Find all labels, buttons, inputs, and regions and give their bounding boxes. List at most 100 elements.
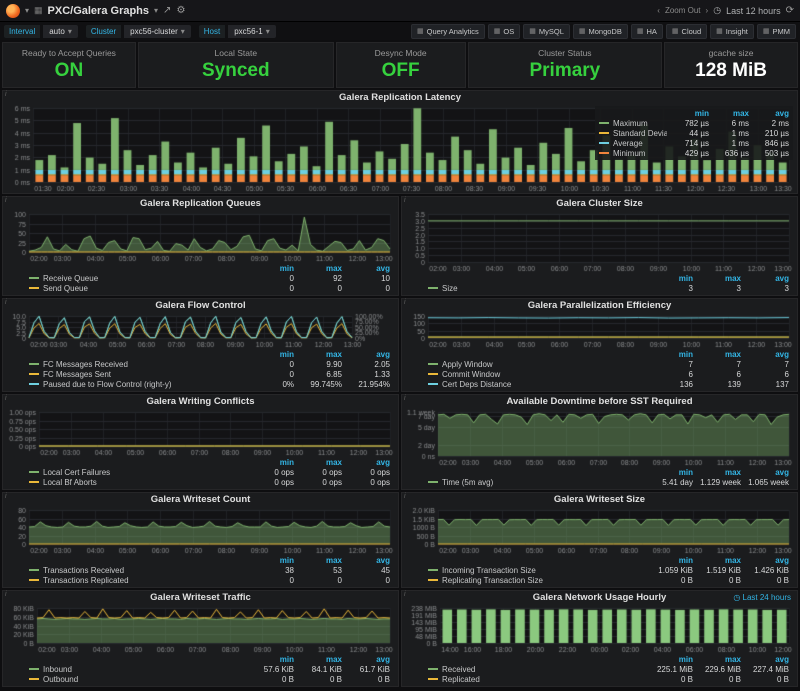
panel-title[interactable]: Galera Parallelization Efficiency <box>402 299 797 312</box>
refresh-icon[interactable]: ⟳ <box>786 5 794 16</box>
legend-series-label[interactable]: Send Queue <box>29 284 246 293</box>
nav-link-pmm[interactable]: ▦PMM <box>757 24 796 39</box>
panel-info-icon[interactable]: i <box>5 493 7 500</box>
legend-series-label[interactable]: Average <box>599 139 667 148</box>
legend-value: 6 <box>645 370 693 379</box>
legend-series-label[interactable]: Transactions Replicated <box>29 576 246 585</box>
panel-title[interactable]: Galera Writeset Count <box>3 493 398 506</box>
panel-timerange-override[interactable]: ◷ Last 24 hours <box>733 593 791 602</box>
nav-link-ha[interactable]: ▦HA <box>631 24 663 39</box>
chart-canvas[interactable] <box>3 408 398 457</box>
zoom-out-button[interactable]: Zoom Out <box>665 6 701 15</box>
chevron-down-icon: ▾ <box>181 27 185 36</box>
nav-link-mysql[interactable]: ▦MySQL <box>523 24 570 39</box>
legend-value: 1 ms <box>709 139 749 148</box>
legend-value: 0 ops <box>246 468 294 477</box>
stat-value: Primary <box>529 60 600 82</box>
var-host-value[interactable]: pxc56-1▾ <box>228 25 275 38</box>
legend-series-label[interactable]: Paused due to Flow Control (right-y) <box>29 380 246 389</box>
chart-canvas[interactable] <box>3 506 398 555</box>
legend-series-label[interactable]: Outbound <box>29 675 246 684</box>
chart-canvas[interactable] <box>402 604 797 654</box>
panel-title[interactable]: Galera Replication Latency <box>3 91 797 104</box>
zoom-out-left-icon[interactable]: ‹ <box>657 6 660 15</box>
nav-link-os[interactable]: ▦OS <box>488 24 520 39</box>
legend-value: 1.426 KiB <box>741 566 789 575</box>
legend-value: 7 <box>645 360 693 369</box>
panel-info-icon[interactable]: i <box>404 591 406 598</box>
legend-series-label[interactable]: Local Bf Aborts <box>29 478 246 487</box>
nav-link-query-analytics[interactable]: ▦Query Analytics <box>411 24 485 39</box>
legend-value: 1.519 KiB <box>693 566 741 575</box>
legend-series-label[interactable]: Replicating Transaction Size <box>428 576 645 585</box>
logo-caret-icon[interactable]: ▾ <box>25 6 29 15</box>
share-icon[interactable]: ↗ <box>163 5 171 16</box>
legend-series-label[interactable]: Commit Window <box>428 370 645 379</box>
legend-series-label[interactable]: Replicated <box>428 675 645 684</box>
title-caret-icon[interactable]: ▾ <box>154 6 158 15</box>
legend-value: 0 B <box>342 675 390 684</box>
legend-series-label[interactable]: FC Messages Received <box>29 360 246 369</box>
timerange-picker[interactable]: Last 12 hours <box>726 6 781 16</box>
legend-series-label[interactable]: Transactions Received <box>29 566 246 575</box>
legend-color-dash-icon <box>29 471 39 473</box>
legend-value: 0 ops <box>342 468 390 477</box>
panel-title[interactable]: Galera Writeset Size <box>402 493 797 506</box>
chart-canvas[interactable] <box>402 210 797 273</box>
nav-link-mongodb[interactable]: ▦MongoDB <box>573 24 628 39</box>
panel-title[interactable]: Galera Flow Control <box>3 299 398 312</box>
chart-canvas[interactable] <box>402 312 797 349</box>
panel-title[interactable]: Available Downtime before SST Required <box>402 395 797 408</box>
legend-row: Receive Queue09210 <box>29 273 390 283</box>
panel-info-icon[interactable]: i <box>5 395 7 402</box>
legend-value: 57.6 KiB <box>246 665 294 674</box>
var-cluster-value[interactable]: pxc56-cluster▾ <box>124 25 191 38</box>
chart-canvas[interactable] <box>402 408 797 467</box>
chart-plot-area <box>3 506 398 555</box>
legend-value: 2 ms <box>749 119 789 128</box>
grafana-logo[interactable] <box>6 4 20 18</box>
legend-series-label[interactable]: Apply Window <box>428 360 645 369</box>
panel-info-icon[interactable]: i <box>404 299 406 306</box>
legend-series-label[interactable]: Size <box>428 284 645 293</box>
legend-series-label[interactable]: Local Cert Failures <box>29 468 246 477</box>
legend-value: 0 <box>294 576 342 585</box>
panel-info-icon[interactable]: i <box>404 493 406 500</box>
legend-series-label[interactable]: Received <box>428 665 645 674</box>
panel-legend: minmaxavgSize333 <box>402 273 797 295</box>
nav-link-cloud[interactable]: ▦Cloud <box>666 24 707 39</box>
chart-canvas[interactable] <box>402 506 797 555</box>
panel-title[interactable]: Galera Writing Conflicts <box>3 395 398 408</box>
panel-info-icon[interactable]: i <box>5 91 7 98</box>
nav-link-insight[interactable]: ▦Insight <box>710 24 754 39</box>
panel-info-icon[interactable]: i <box>5 299 7 306</box>
legend-value: 1 ms <box>709 129 749 138</box>
var-interval-value[interactable]: auto▾ <box>43 25 78 38</box>
panel-title[interactable]: Galera Writeset Traffic <box>3 591 398 604</box>
legend-value: 0 ops <box>342 478 390 487</box>
panel-info-icon[interactable]: i <box>404 395 406 402</box>
dashboard-title[interactable]: PXC/Galera Graphs <box>48 5 150 17</box>
zoom-out-right-icon[interactable]: › <box>706 6 709 15</box>
panel-info-icon[interactable]: i <box>5 591 7 598</box>
legend-series-label[interactable]: Standard Deviation <box>599 129 667 138</box>
legend-series-label[interactable]: Minimum <box>599 149 667 158</box>
settings-gear-icon[interactable]: ⚙ <box>176 5 185 16</box>
chart-canvas[interactable] <box>3 210 398 263</box>
panel-info-icon[interactable]: i <box>5 197 7 204</box>
panel-title[interactable]: Galera Cluster Size <box>402 197 797 210</box>
legend-series-label[interactable]: Time (5m avg) <box>428 478 645 487</box>
legend-series-label[interactable]: Cert Deps Distance <box>428 380 645 389</box>
var-interval-label: Interval <box>4 25 40 38</box>
legend-series-label[interactable]: Inbound <box>29 665 246 674</box>
legend-series-label[interactable]: Maximum <box>599 119 667 128</box>
panel-title[interactable]: Galera Replication Queues <box>3 197 398 210</box>
legend-series-label[interactable]: FC Messages Sent <box>29 370 246 379</box>
legend-series-label[interactable]: Receive Queue <box>29 274 246 283</box>
panel-info-icon[interactable]: i <box>404 197 406 204</box>
chart-canvas[interactable] <box>3 312 398 349</box>
legend-col-min: min <box>645 274 693 283</box>
chart-canvas[interactable] <box>3 604 398 654</box>
legend-value: 99.745% <box>294 380 342 389</box>
legend-series-label[interactable]: Incoming Transaction Size <box>428 566 645 575</box>
